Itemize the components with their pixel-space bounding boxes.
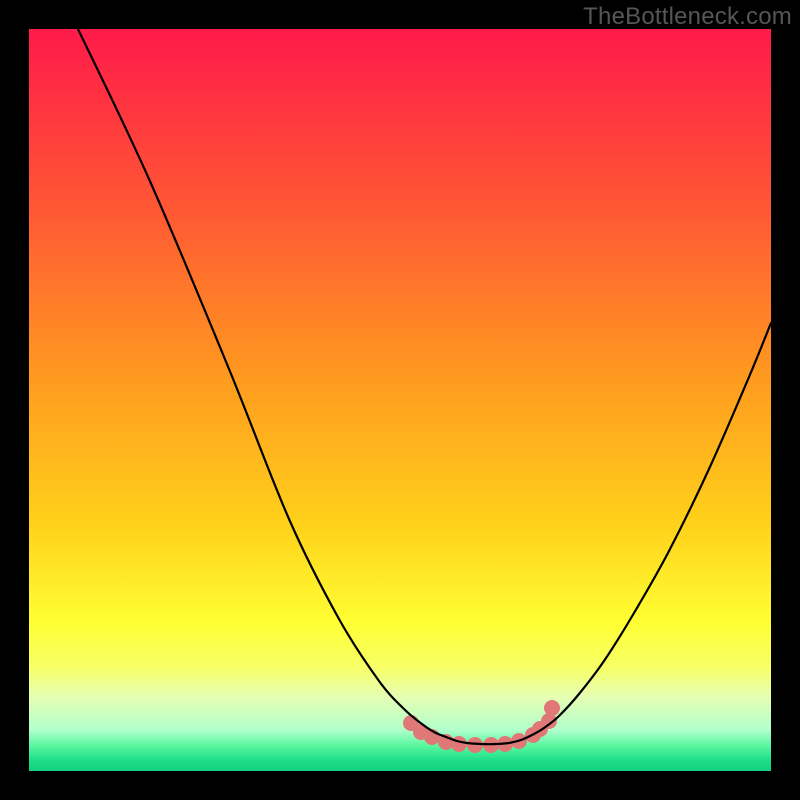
chart-svg [29,29,771,771]
chart-plot-area [29,29,771,771]
outer-frame: TheBottleneck.com [0,0,800,800]
marker-dot [544,700,560,716]
marker-dot [451,736,467,752]
gradient-background [29,29,771,771]
watermark-text: TheBottleneck.com [583,3,792,31]
